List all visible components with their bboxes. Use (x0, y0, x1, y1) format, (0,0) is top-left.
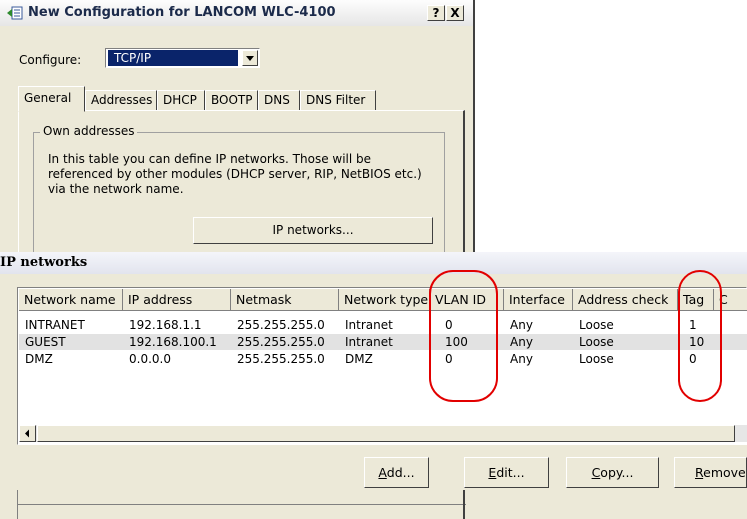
panel-edge-left (17, 490, 18, 519)
cell-netmask: 255.255.255.0 (237, 352, 325, 366)
tab-bootp[interactable]: BOOTP (205, 90, 258, 111)
add-mnemonic: A (378, 465, 387, 480)
col-netmask[interactable]: Netmask (231, 289, 339, 311)
cell-network-name: DMZ (25, 352, 53, 366)
copy-button[interactable]: Copy... (566, 457, 659, 488)
cell-interface: Any (510, 352, 533, 366)
configure-label: Configure: (19, 53, 82, 67)
remove-button[interactable]: Remove (674, 457, 747, 488)
ip-networks-titlebar[interactable]: IP networks (0, 252, 747, 274)
table-row[interactable]: INTRANET 192.168.1.1 255.255.255.0 Intra… (19, 317, 747, 333)
cell-ip-address: 192.168.1.1 (129, 318, 202, 332)
tab-dhcp[interactable]: DHCP (157, 90, 205, 111)
cell-ip-address: 0.0.0.0 (129, 352, 171, 366)
col-ip-address[interactable]: IP address (123, 289, 231, 311)
cell-interface: Any (510, 335, 533, 349)
cell-address-check: Loose (579, 318, 614, 332)
cell-netmask: 255.255.255.0 (237, 335, 325, 349)
own-addresses-description: In this table you can define IP networks… (48, 152, 422, 196)
table-header: Network name IP address Netmask Network … (19, 289, 747, 311)
own-addresses-title: Own addresses (40, 124, 138, 138)
dropdown-button[interactable] (242, 50, 258, 66)
cell-address-check: Loose (579, 352, 614, 366)
help-button[interactable]: ? (427, 5, 445, 21)
copy-label: opy... (600, 465, 634, 480)
scroll-left-button[interactable] (19, 425, 36, 442)
cell-network-name: INTRANET (25, 318, 85, 332)
add-button[interactable]: Add... (364, 457, 429, 488)
col-network-name[interactable]: Network name (19, 289, 123, 311)
col-address-check[interactable]: Address check (573, 289, 678, 311)
configure-select[interactable]: TCP/IP (105, 48, 260, 68)
col-interface[interactable]: Interface (504, 289, 573, 311)
cell-network-type: Intranet (345, 335, 393, 349)
tab-general[interactable]: General (18, 86, 85, 112)
tab-addresses[interactable]: Addresses (85, 90, 157, 111)
configure-value: TCP/IP (108, 50, 238, 66)
chevron-down-icon (246, 56, 254, 61)
close-button[interactable]: X (446, 5, 464, 21)
tab-dns[interactable]: DNS (258, 90, 300, 111)
tab-dns-filter[interactable]: DNS Filter (300, 90, 376, 111)
dialog-separator (17, 504, 466, 505)
edit-button[interactable]: Edit... (464, 457, 549, 488)
edit-label: dit... (496, 465, 525, 480)
cell-netmask: 255.255.255.0 (237, 318, 325, 332)
ip-networks-button[interactable]: IP networks... (193, 217, 433, 244)
horizontal-scrollbar[interactable] (19, 425, 747, 442)
scroll-thumb[interactable] (37, 425, 735, 442)
vlan-id-highlight (429, 270, 498, 402)
ip-networks-title: IP networks (0, 255, 88, 270)
cell-address-check: Loose (579, 335, 614, 349)
tag-highlight (678, 270, 722, 402)
cell-ip-address: 192.168.100.1 (129, 335, 217, 349)
config-title: New Configuration for LANCOM WLC-4100 (28, 5, 336, 20)
table-row[interactable]: DMZ 0.0.0.0 255.255.255.0 DMZ 0 Any Loos… (19, 351, 747, 367)
cell-network-type: Intranet (345, 318, 393, 332)
arrow-left-icon (25, 429, 29, 438)
config-titlebar[interactable]: New Configuration for LANCOM WLC-4100 ? … (0, 0, 473, 26)
app-window-icon (7, 6, 23, 20)
table-row[interactable]: GUEST 192.168.100.1 255.255.255.0 Intran… (19, 334, 747, 350)
panel-edge (463, 490, 465, 519)
cell-network-type: DMZ (345, 352, 373, 366)
cell-network-name: GUEST (25, 335, 66, 349)
remove-label: emove (703, 465, 746, 480)
copy-mnemonic: C (591, 465, 601, 480)
add-label: dd... (386, 465, 415, 480)
remove-mnemonic: R (695, 465, 704, 480)
col-network-type[interactable]: Network type (339, 289, 430, 311)
cell-interface: Any (510, 318, 533, 332)
